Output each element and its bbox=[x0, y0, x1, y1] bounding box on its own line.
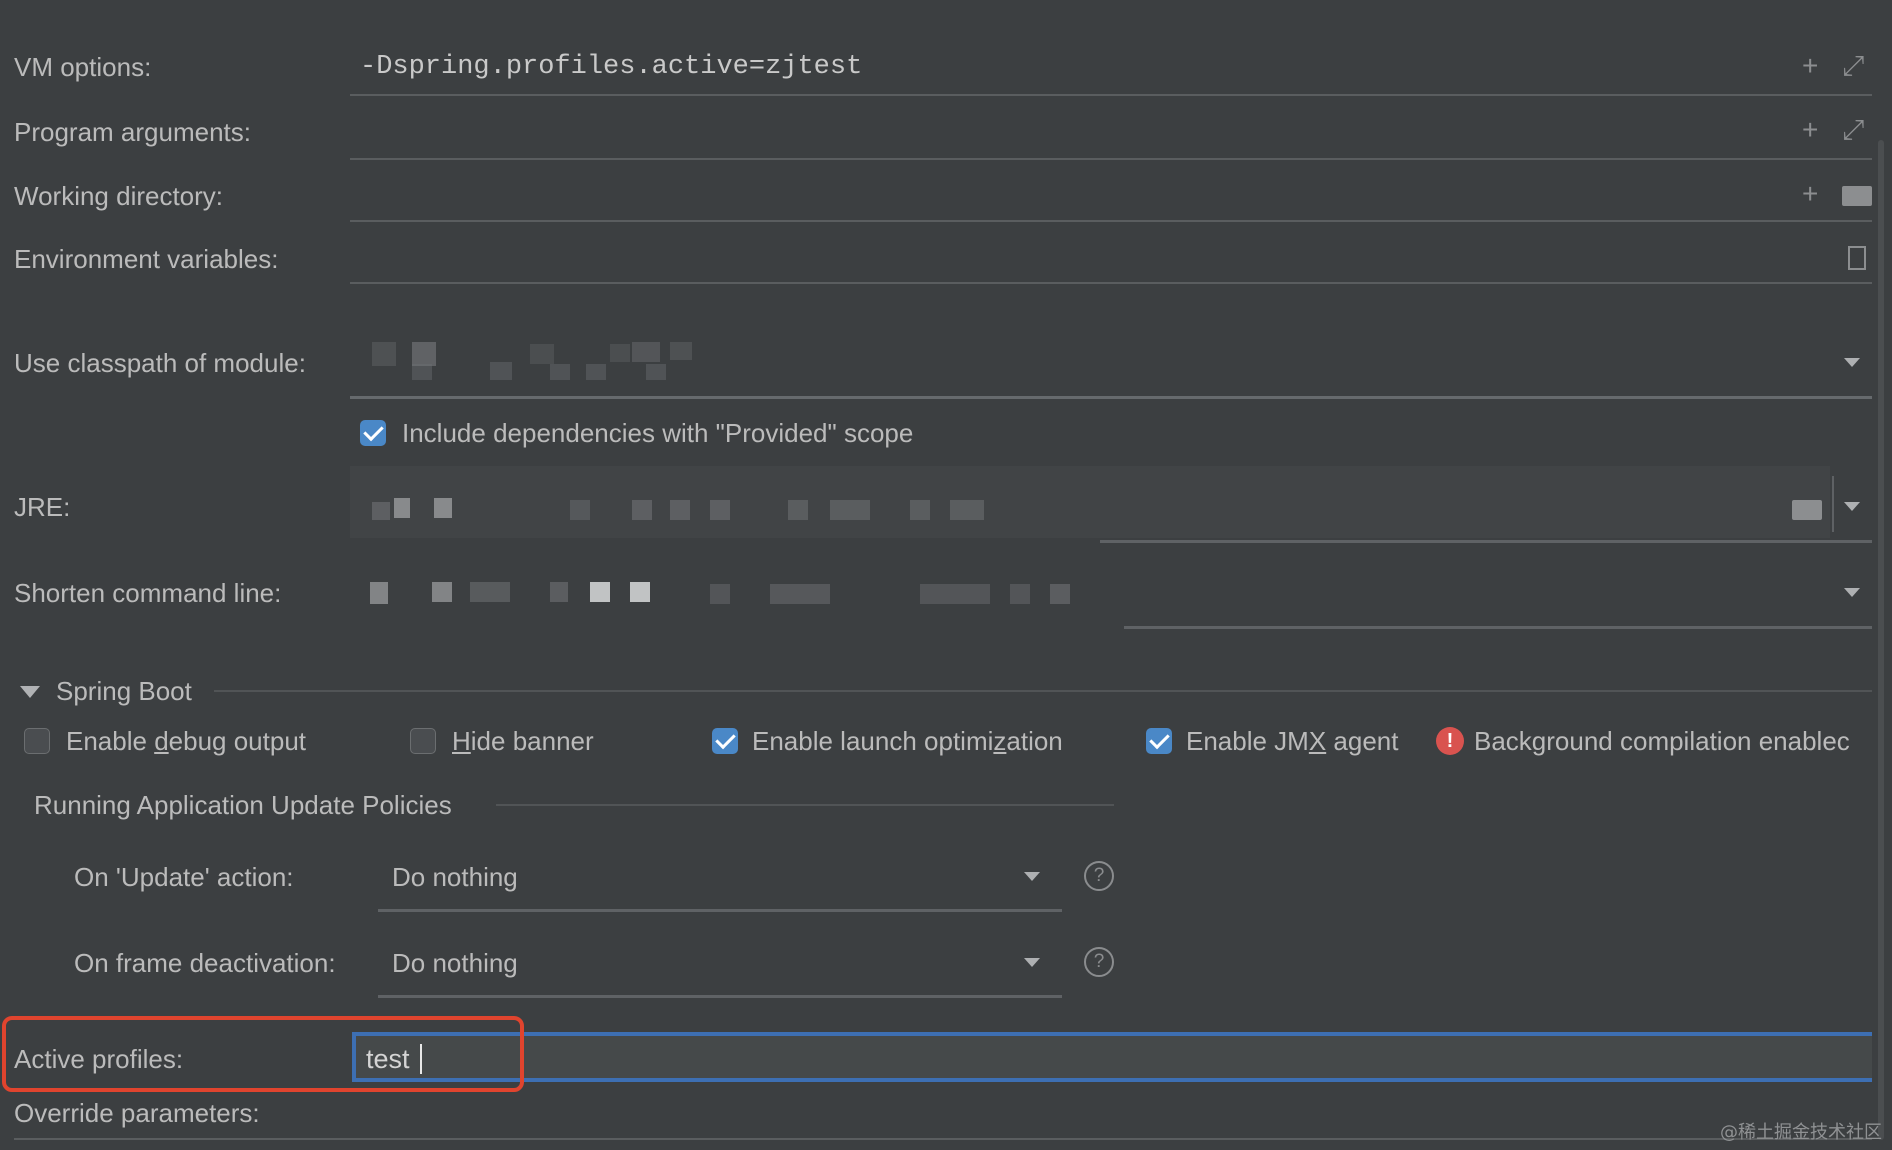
blurred-text bbox=[920, 584, 990, 604]
enable-launch-optimization-checkbox[interactable] bbox=[712, 728, 738, 754]
update-policies-separator bbox=[496, 804, 1114, 806]
blurred-text bbox=[370, 582, 388, 604]
collapse-triangle-icon[interactable] bbox=[20, 686, 40, 698]
blurred-text bbox=[770, 584, 830, 604]
program-arguments-label: Program arguments: bbox=[14, 117, 251, 147]
working-directory-input[interactable] bbox=[350, 220, 1872, 222]
enable-jmx-agent-checkbox[interactable] bbox=[1146, 728, 1172, 754]
active-profiles-input[interactable]: test bbox=[352, 1032, 1872, 1082]
blurred-text bbox=[670, 342, 692, 360]
help-icon[interactable]: ? bbox=[1084, 861, 1114, 891]
jre-selector[interactable] bbox=[350, 466, 1830, 538]
blurred-text bbox=[412, 342, 436, 366]
blurred-text bbox=[372, 342, 396, 366]
blurred-text bbox=[372, 502, 390, 520]
warning-icon: ! bbox=[1436, 727, 1464, 755]
blurred-text bbox=[646, 364, 666, 380]
blurred-text bbox=[432, 582, 452, 602]
enable-debug-output-checkbox[interactable] bbox=[24, 728, 50, 754]
vm-options-input[interactable]: -Dspring.profiles.active=zjtest bbox=[360, 52, 862, 82]
blurred-text bbox=[950, 500, 984, 520]
hide-banner-label: Hide banner bbox=[452, 726, 594, 756]
blurred-text bbox=[830, 500, 870, 520]
enable-jmx-agent-label: Enable JMX agent bbox=[1186, 726, 1399, 756]
blurred-text bbox=[1010, 584, 1030, 604]
spring-boot-section-title[interactable]: Spring Boot bbox=[56, 676, 192, 707]
vm-options-label: VM options: bbox=[14, 52, 152, 82]
blurred-text bbox=[910, 500, 930, 520]
blurred-text bbox=[394, 498, 410, 518]
blurred-text bbox=[570, 500, 590, 520]
background-compilation-warning: Background compilation enablec bbox=[1474, 726, 1850, 756]
classpath-dropdown[interactable] bbox=[350, 330, 1870, 396]
blurred-text bbox=[632, 342, 660, 362]
blurred-text bbox=[710, 584, 730, 604]
jre-label: JRE: bbox=[14, 492, 71, 522]
blurred-text bbox=[412, 364, 432, 380]
folder-icon[interactable] bbox=[1792, 500, 1822, 520]
update-action-value: Do nothing bbox=[392, 862, 518, 892]
chevron-down-icon[interactable] bbox=[1844, 588, 1860, 597]
include-provided-label: Include dependencies with "Provided" sco… bbox=[402, 418, 914, 448]
expand-icon[interactable]: ⤢ bbox=[1842, 116, 1864, 144]
chevron-down-icon bbox=[1024, 872, 1040, 881]
shorten-command-line-underline bbox=[1124, 626, 1872, 629]
frame-deactivation-dropdown[interactable]: Do nothing bbox=[378, 930, 1062, 998]
watermark: @稀土掘金技术社区 bbox=[1720, 1122, 1882, 1143]
blurred-text bbox=[610, 344, 630, 362]
update-action-dropdown[interactable]: Do nothing bbox=[378, 844, 1062, 912]
shorten-command-line-label: Shorten command line: bbox=[14, 578, 282, 608]
include-provided-checkbox[interactable] bbox=[360, 420, 386, 446]
hide-banner-checkbox[interactable] bbox=[410, 728, 436, 754]
jre-underline bbox=[1100, 540, 1872, 543]
expand-icon[interactable]: ⤢ bbox=[1842, 52, 1864, 80]
blurred-text bbox=[490, 362, 512, 380]
enable-debug-output-label: Enable debug output bbox=[66, 726, 307, 756]
chevron-down-icon[interactable] bbox=[1844, 358, 1860, 367]
vertical-scrollbar[interactable] bbox=[1878, 140, 1884, 1140]
help-icon[interactable]: ? bbox=[1084, 947, 1114, 977]
override-parameters-table[interactable] bbox=[14, 1138, 1872, 1150]
highlight-box bbox=[2, 1016, 524, 1092]
folder-icon[interactable] bbox=[1842, 186, 1872, 206]
working-directory-label: Working directory: bbox=[14, 181, 224, 211]
frame-deactivation-value: Do nothing bbox=[392, 948, 518, 978]
blurred-text bbox=[434, 498, 452, 518]
add-icon[interactable]: + bbox=[1802, 180, 1818, 208]
blurred-text bbox=[632, 500, 652, 520]
blurred-text bbox=[550, 364, 570, 380]
blurred-text bbox=[670, 500, 690, 520]
frame-deactivation-label: On frame deactivation: bbox=[74, 948, 336, 978]
program-arguments-input[interactable] bbox=[350, 158, 1872, 160]
blurred-text bbox=[590, 582, 610, 602]
enable-launch-optimization-label: Enable launch optimization bbox=[752, 726, 1063, 756]
spring-boot-separator bbox=[214, 690, 1872, 692]
blurred-text bbox=[710, 500, 730, 520]
blurred-text bbox=[788, 500, 808, 520]
blurred-text bbox=[530, 344, 554, 364]
blurred-text bbox=[550, 582, 568, 602]
blurred-text bbox=[586, 364, 606, 380]
blurred-text bbox=[630, 582, 650, 602]
vm-options-underline bbox=[350, 94, 1872, 96]
document-icon[interactable] bbox=[1848, 246, 1866, 270]
update-policies-title: Running Application Update Policies bbox=[34, 790, 452, 820]
add-icon[interactable]: + bbox=[1802, 52, 1818, 80]
chevron-down-icon bbox=[1024, 958, 1040, 967]
chevron-down-icon[interactable] bbox=[1844, 502, 1860, 511]
update-action-label: On 'Update' action: bbox=[74, 862, 294, 892]
environment-variables-label: Environment variables: bbox=[14, 244, 279, 274]
classpath-label: Use classpath of module: bbox=[14, 348, 306, 378]
shorten-command-line-dropdown[interactable] bbox=[350, 560, 1830, 626]
environment-variables-input[interactable] bbox=[350, 282, 1872, 284]
jre-dropdown-divider bbox=[1832, 476, 1834, 532]
override-parameters-label: Override parameters: bbox=[14, 1098, 260, 1128]
blurred-text bbox=[1050, 584, 1070, 604]
add-icon[interactable]: + bbox=[1802, 116, 1818, 144]
blurred-text bbox=[470, 582, 510, 602]
classpath-underline bbox=[350, 396, 1872, 399]
